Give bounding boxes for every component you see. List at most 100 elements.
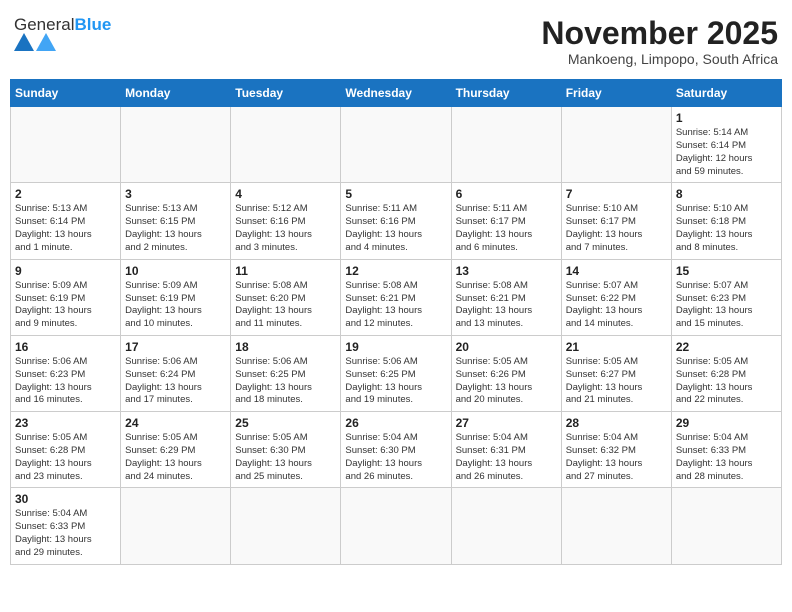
day-number: 3 xyxy=(125,187,226,201)
week-row-1: 2 Sunrise: 5:13 AM Sunset: 6:14 PM Daylig… xyxy=(11,183,782,259)
day-info: Sunrise: 5:10 AM Sunset: 6:17 PM Dayligh… xyxy=(566,203,667,254)
day-info: Sunrise: 5:11 AM Sunset: 6:17 PM Dayligh… xyxy=(456,203,557,254)
day-number: 4 xyxy=(235,187,336,201)
day-info: Sunrise: 5:08 AM Sunset: 6:21 PM Dayligh… xyxy=(456,280,557,331)
day-number: 14 xyxy=(566,264,667,278)
day-info: Sunrise: 5:06 AM Sunset: 6:25 PM Dayligh… xyxy=(235,356,336,407)
day-info: Sunrise: 5:11 AM Sunset: 6:16 PM Dayligh… xyxy=(345,203,446,254)
weekday-header-thursday: Thursday xyxy=(451,80,561,107)
day-number: 17 xyxy=(125,340,226,354)
calendar-cell: 23Sunrise: 5:05 AM Sunset: 6:28 PM Dayli… xyxy=(11,412,121,488)
calendar-cell: 27Sunrise: 5:04 AM Sunset: 6:31 PM Dayli… xyxy=(451,412,561,488)
day-number: 1 xyxy=(676,111,777,125)
calendar-cell xyxy=(121,488,231,564)
week-row-0: 1 Sunrise: 5:14 AM Sunset: 6:14 PM Daylig… xyxy=(11,107,782,183)
weekday-header-friday: Friday xyxy=(561,80,671,107)
day-info: Sunrise: 5:04 AM Sunset: 6:32 PM Dayligh… xyxy=(566,432,667,483)
week-row-3: 16 Sunrise: 5:06 AM Sunset: 6:23 PM Dayli… xyxy=(11,335,782,411)
calendar-cell: 21 Sunrise: 5:05 AM Sunset: 6:27 PM Dayli… xyxy=(561,335,671,411)
day-info: Sunrise: 5:05 AM Sunset: 6:30 PM Dayligh… xyxy=(235,432,336,483)
calendar-cell: 14 Sunrise: 5:07 AM Sunset: 6:22 PM Dayli… xyxy=(561,259,671,335)
week-row-4: 23Sunrise: 5:05 AM Sunset: 6:28 PM Dayli… xyxy=(11,412,782,488)
day-number: 28 xyxy=(566,416,667,430)
calendar-cell: 30 Sunrise: 5:04 AM Sunset: 6:33 PM Dayli… xyxy=(11,488,121,564)
calendar-cell xyxy=(561,488,671,564)
week-row-5: 30 Sunrise: 5:04 AM Sunset: 6:33 PM Dayli… xyxy=(11,488,782,564)
calendar-cell: 7 Sunrise: 5:10 AM Sunset: 6:17 PM Daylig… xyxy=(561,183,671,259)
day-number: 10 xyxy=(125,264,226,278)
day-number: 29 xyxy=(676,416,777,430)
day-info: Sunrise: 5:05 AM Sunset: 6:26 PM Dayligh… xyxy=(456,356,557,407)
week-row-2: 9 Sunrise: 5:09 AM Sunset: 6:19 PM Daylig… xyxy=(11,259,782,335)
calendar-cell: 26 Sunrise: 5:04 AM Sunset: 6:30 PM Dayli… xyxy=(341,412,451,488)
calendar-cell xyxy=(451,488,561,564)
calendar-cell: 24 Sunrise: 5:05 AM Sunset: 6:29 PM Dayli… xyxy=(121,412,231,488)
calendar-cell: 16 Sunrise: 5:06 AM Sunset: 6:23 PM Dayli… xyxy=(11,335,121,411)
day-number: 16 xyxy=(15,340,116,354)
day-info: Sunrise: 5:07 AM Sunset: 6:22 PM Dayligh… xyxy=(566,280,667,331)
calendar-cell: 5Sunrise: 5:11 AM Sunset: 6:16 PM Daylig… xyxy=(341,183,451,259)
calendar-cell xyxy=(341,107,451,183)
calendar-cell: 3 Sunrise: 5:13 AM Sunset: 6:15 PM Daylig… xyxy=(121,183,231,259)
calendar-cell: 13Sunrise: 5:08 AM Sunset: 6:21 PM Dayli… xyxy=(451,259,561,335)
weekday-header-wednesday: Wednesday xyxy=(341,80,451,107)
calendar-cell xyxy=(671,488,781,564)
weekday-header-saturday: Saturday xyxy=(671,80,781,107)
logo: GeneralBlue xyxy=(14,16,111,51)
day-number: 7 xyxy=(566,187,667,201)
day-info: Sunrise: 5:06 AM Sunset: 6:23 PM Dayligh… xyxy=(15,356,116,407)
day-info: Sunrise: 5:08 AM Sunset: 6:21 PM Dayligh… xyxy=(345,280,446,331)
calendar-cell: 15Sunrise: 5:07 AM Sunset: 6:23 PM Dayli… xyxy=(671,259,781,335)
calendar-cell: 4Sunrise: 5:12 AM Sunset: 6:16 PM Daylig… xyxy=(231,183,341,259)
calendar-cell: 11 Sunrise: 5:08 AM Sunset: 6:20 PM Dayli… xyxy=(231,259,341,335)
calendar-cell: 20Sunrise: 5:05 AM Sunset: 6:26 PM Dayli… xyxy=(451,335,561,411)
calendar-cell xyxy=(11,107,121,183)
calendar-cell: 19Sunrise: 5:06 AM Sunset: 6:25 PM Dayli… xyxy=(341,335,451,411)
calendar-cell: 9Sunrise: 5:09 AM Sunset: 6:19 PM Daylig… xyxy=(11,259,121,335)
weekday-header-row: SundayMondayTuesdayWednesdayThursdayFrid… xyxy=(11,80,782,107)
day-info: Sunrise: 5:08 AM Sunset: 6:20 PM Dayligh… xyxy=(235,280,336,331)
day-info: Sunrise: 5:09 AM Sunset: 6:19 PM Dayligh… xyxy=(125,280,226,331)
day-number: 12 xyxy=(345,264,446,278)
calendar-cell xyxy=(231,488,341,564)
day-number: 23 xyxy=(15,416,116,430)
day-info: Sunrise: 5:05 AM Sunset: 6:27 PM Dayligh… xyxy=(566,356,667,407)
calendar-cell: 18Sunrise: 5:06 AM Sunset: 6:25 PM Dayli… xyxy=(231,335,341,411)
calendar-cell xyxy=(561,107,671,183)
calendar-cell: 22Sunrise: 5:05 AM Sunset: 6:28 PM Dayli… xyxy=(671,335,781,411)
day-number: 2 xyxy=(15,187,116,201)
day-info: Sunrise: 5:13 AM Sunset: 6:15 PM Dayligh… xyxy=(125,203,226,254)
header-section: GeneralBlue November 2025 Mankoeng, Limp… xyxy=(10,10,782,73)
day-info: Sunrise: 5:04 AM Sunset: 6:30 PM Dayligh… xyxy=(345,432,446,483)
weekday-header-monday: Monday xyxy=(121,80,231,107)
weekday-header-sunday: Sunday xyxy=(11,80,121,107)
calendar-cell: 25 Sunrise: 5:05 AM Sunset: 6:30 PM Dayli… xyxy=(231,412,341,488)
day-number: 25 xyxy=(235,416,336,430)
day-info: Sunrise: 5:10 AM Sunset: 6:18 PM Dayligh… xyxy=(676,203,777,254)
day-info: Sunrise: 5:04 AM Sunset: 6:33 PM Dayligh… xyxy=(676,432,777,483)
weekday-header-tuesday: Tuesday xyxy=(231,80,341,107)
calendar-cell: 2 Sunrise: 5:13 AM Sunset: 6:14 PM Daylig… xyxy=(11,183,121,259)
day-info: Sunrise: 5:05 AM Sunset: 6:29 PM Dayligh… xyxy=(125,432,226,483)
calendar-cell xyxy=(451,107,561,183)
day-info: Sunrise: 5:05 AM Sunset: 6:28 PM Dayligh… xyxy=(676,356,777,407)
month-title: November 2025 xyxy=(541,16,778,51)
day-info: Sunrise: 5:13 AM Sunset: 6:14 PM Dayligh… xyxy=(15,203,116,254)
day-info: Sunrise: 5:04 AM Sunset: 6:33 PM Dayligh… xyxy=(15,508,116,559)
day-number: 11 xyxy=(235,264,336,278)
day-number: 6 xyxy=(456,187,557,201)
calendar-cell xyxy=(341,488,451,564)
title-section: November 2025 Mankoeng, Limpopo, South A… xyxy=(541,16,778,67)
day-number: 9 xyxy=(15,264,116,278)
day-number: 30 xyxy=(15,492,116,506)
day-number: 24 xyxy=(125,416,226,430)
calendar-cell: 10 Sunrise: 5:09 AM Sunset: 6:19 PM Dayli… xyxy=(121,259,231,335)
day-number: 21 xyxy=(566,340,667,354)
day-number: 15 xyxy=(676,264,777,278)
calendar-cell: 28 Sunrise: 5:04 AM Sunset: 6:32 PM Dayli… xyxy=(561,412,671,488)
day-number: 26 xyxy=(345,416,446,430)
calendar: SundayMondayTuesdayWednesdayThursdayFrid… xyxy=(10,79,782,565)
calendar-cell: 29 Sunrise: 5:04 AM Sunset: 6:33 PM Dayli… xyxy=(671,412,781,488)
day-info: Sunrise: 5:06 AM Sunset: 6:24 PM Dayligh… xyxy=(125,356,226,407)
day-info: Sunrise: 5:14 AM Sunset: 6:14 PM Dayligh… xyxy=(676,127,777,178)
